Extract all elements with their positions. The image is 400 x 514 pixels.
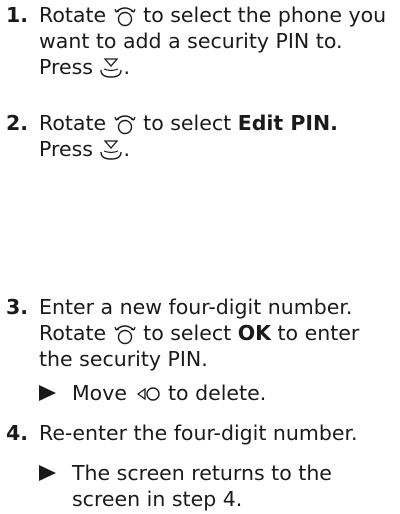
step-text: Re-enter the four-digit number.: [39, 421, 358, 445]
step-text: to select: [136, 111, 238, 135]
interface-dial-rotate-icon: [114, 7, 136, 27]
step-number: 3.: [6, 295, 29, 319]
note-screen-returns: The screen returns to the screen in step…: [39, 460, 395, 512]
menu-option-edit-pin: Edit PIN.: [237, 111, 338, 135]
interface-dial-press-icon: [100, 58, 123, 78]
note-text: to delete.: [161, 381, 267, 405]
step-text: to select: [136, 321, 238, 345]
interface-dial-rotate-icon: [114, 115, 136, 135]
interface-dial-press-icon: [100, 140, 123, 160]
step-4: 4. Re-enter the four-digit number.: [6, 420, 396, 446]
step-1: 1. Rotate to select the phone you want t…: [6, 2, 396, 80]
menu-option-ok: OK: [237, 321, 271, 345]
step-text: Rotate: [39, 3, 113, 27]
step-text: .: [123, 55, 131, 79]
step-number: 2.: [6, 111, 29, 135]
interface-dial-move-left-icon: [136, 387, 160, 401]
step-number: 1.: [6, 3, 29, 27]
step-text: Rotate: [39, 111, 113, 135]
right-triangle-icon: [39, 465, 56, 481]
note-text: Move: [72, 381, 134, 405]
step-text: .: [123, 137, 131, 161]
step-text: Press: [39, 137, 100, 161]
interface-dial-rotate-icon: [114, 325, 136, 345]
step-number: 4.: [6, 421, 29, 445]
step-3: 3. Enter a new four-digit number. Rotate…: [6, 294, 396, 372]
note-text: The screen returns to the screen in step…: [72, 461, 332, 511]
right-triangle-icon: [39, 385, 56, 401]
note-delete: Move to delete.: [39, 380, 395, 406]
step-2: 2. Rotate to select Edit PIN. Press .: [6, 110, 396, 162]
